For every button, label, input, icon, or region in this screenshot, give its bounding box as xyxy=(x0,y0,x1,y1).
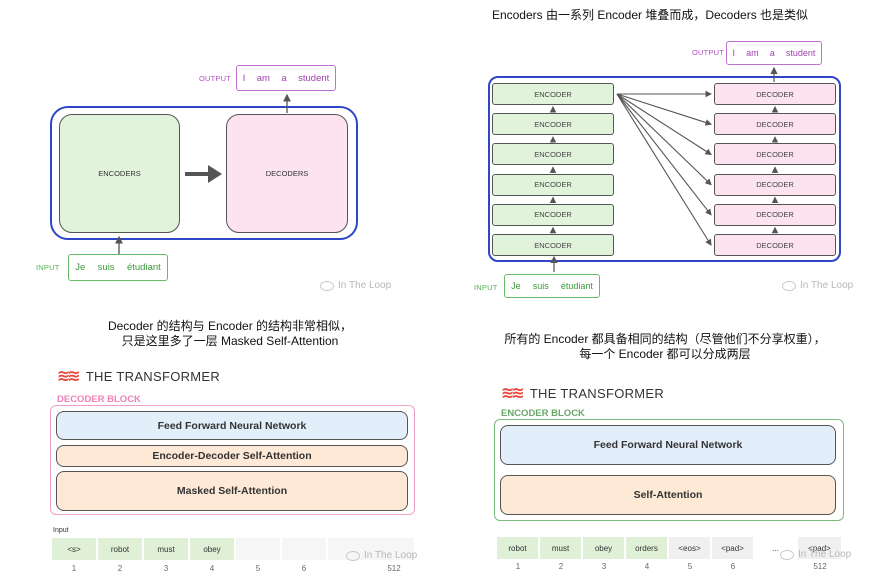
watermark-logo-icon xyxy=(782,280,796,291)
token-cell: <s> xyxy=(52,538,96,560)
input-label: INPUT xyxy=(474,283,498,292)
title: THE TRANSFORMER xyxy=(85,368,221,384)
layer-label: Self-Attention xyxy=(633,489,703,501)
input-box: Je suis étudiant xyxy=(504,274,600,298)
watermark: In The Loop xyxy=(780,549,851,560)
position-index: 5 xyxy=(687,562,693,571)
transformer-header: ≋≋ THE TRANSFORMER xyxy=(501,383,664,403)
position-index: 512 xyxy=(387,564,401,573)
stack-arrows xyxy=(549,66,779,272)
caption-line-2: 每一个 Encoder 都可以分成两层 xyxy=(579,347,751,361)
feed-forward-layer: Feed Forward Neural Network xyxy=(56,411,408,440)
token-cell: orders xyxy=(626,537,667,559)
position-index: 4 xyxy=(209,564,215,573)
token-cell: obey xyxy=(190,538,234,560)
encoder-to-decoder-arrow xyxy=(616,93,712,186)
input-label: Input xyxy=(53,527,69,534)
watermark: In The Loop xyxy=(346,550,417,561)
self-attention-layer: Self-Attention xyxy=(500,475,836,515)
watermark-text: In The Loop xyxy=(798,549,852,560)
position-index: 3 xyxy=(601,562,607,571)
input-word: Je xyxy=(511,281,521,291)
watermark-logo-icon xyxy=(346,550,360,561)
watermark: In The Loop xyxy=(782,280,853,291)
token-cell: <pad> xyxy=(712,537,753,559)
position-index: 3 xyxy=(163,564,169,573)
token-cell: must xyxy=(540,537,581,559)
block-label: DECODER BLOCK xyxy=(57,394,141,405)
encoder-to-decoder-arrow xyxy=(616,93,712,246)
watermark-text: In The Loop xyxy=(800,280,854,291)
layer-label: Masked Self-Attention xyxy=(176,485,288,497)
transformer-header: ≋≋ THE TRANSFORMER xyxy=(57,366,220,386)
flame-logo-icon: ≋≋ xyxy=(501,385,525,402)
flame-logo-icon: ≋≋ xyxy=(57,368,81,385)
layer-label: Encoder-Decoder Self-Attention xyxy=(152,450,312,462)
token-cell xyxy=(236,538,280,560)
masked-self-attention-layer: Masked Self-Attention xyxy=(56,471,408,511)
position-index: 6 xyxy=(301,564,307,573)
token-cell: <eos> xyxy=(669,537,710,559)
input-words: Je suis étudiant xyxy=(505,275,599,297)
encoder-decoder-attention-layer: Encoder-Decoder Self-Attention xyxy=(56,445,408,467)
input-word: étudiant xyxy=(560,281,593,291)
position-index: 5 xyxy=(255,564,261,573)
feed-forward-layer: Feed Forward Neural Network xyxy=(500,425,836,465)
position-index: 1 xyxy=(71,564,77,573)
input-word: suis xyxy=(532,281,549,291)
watermark-logo-icon xyxy=(780,549,794,560)
token-cell xyxy=(282,538,326,560)
position-index: 4 xyxy=(644,562,650,571)
position-index: 1 xyxy=(515,562,521,571)
position-index: 2 xyxy=(558,562,564,571)
token-cell: robot xyxy=(98,538,142,560)
position-index: 2 xyxy=(117,564,123,573)
watermark-text: In The Loop xyxy=(364,550,418,561)
encoder-to-decoder-arrow xyxy=(616,93,712,155)
encoder-to-decoder-arrow xyxy=(616,93,712,216)
encoder-to-decoder-arrow xyxy=(616,93,713,126)
position-index: 512 xyxy=(813,562,827,571)
token-cell: robot xyxy=(497,537,538,559)
block-label: ENCODER BLOCK xyxy=(501,408,585,419)
token-cell: must xyxy=(144,538,188,560)
position-index: 6 xyxy=(730,562,736,571)
layer-label: Feed Forward Neural Network xyxy=(157,419,307,432)
layer-label: Feed Forward Neural Network xyxy=(593,439,743,451)
caption-line-2: 只是这里多了一层 Masked Self-Attention xyxy=(121,334,339,348)
token-cell: obey xyxy=(583,537,624,559)
title: THE TRANSFORMER xyxy=(529,385,665,401)
